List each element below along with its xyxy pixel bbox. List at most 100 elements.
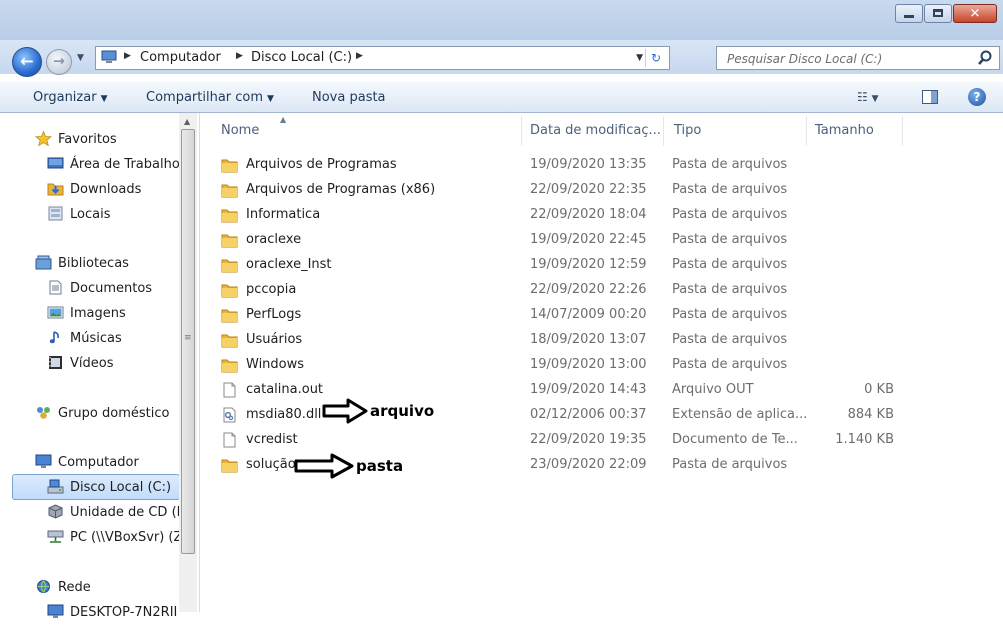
column-header-size[interactable]: Tamanho	[815, 123, 874, 138]
close-button[interactable]: ✕	[953, 4, 997, 23]
file-row[interactable]: vcredist 22/09/2020 19:35 Documento de Te.…	[214, 428, 904, 453]
breadcrumb-separator[interactable]: ▶	[236, 51, 243, 61]
column-divider[interactable]	[663, 116, 664, 146]
file-row[interactable]: pccopia 22/09/2020 22:26 Pasta de arquivos	[214, 278, 904, 303]
refresh-button[interactable]: ↻	[645, 49, 666, 67]
nav-item-label: Área de Trabalho	[70, 157, 180, 172]
help-icon[interactable]: ?	[968, 88, 986, 106]
search-box[interactable]	[716, 46, 1000, 70]
breadcrumb-separator[interactable]: ▶	[356, 51, 363, 61]
local-disk-icon	[47, 479, 64, 494]
nav-item-imagens[interactable]: Imagens	[47, 303, 126, 325]
dll-file-icon	[221, 407, 238, 423]
column-header-date[interactable]: Data de modificaç...	[530, 123, 661, 138]
folder-icon	[221, 257, 238, 273]
nav-item-disco-local-c[interactable]: Disco Local (C:)	[47, 477, 171, 499]
file-row[interactable]: msdia80.dll 02/12/2006 00:37 Extensão de a…	[214, 403, 904, 428]
file-type: Pasta de arquivos	[672, 257, 788, 272]
network-drive-icon	[47, 529, 64, 544]
folder-icon	[221, 207, 238, 223]
new-folder-button[interactable]: Nova pasta	[312, 90, 386, 105]
file-row[interactable]: oraclexe_Inst 19/09/2020 12:59 Pasta de ar…	[214, 253, 904, 278]
nav-item-computador[interactable]: Computador	[35, 452, 139, 474]
nav-item-label: Favoritos	[58, 132, 117, 147]
computer-icon	[35, 454, 52, 469]
file-date: 23/09/2020 22:09	[530, 457, 647, 472]
nav-item-documentos[interactable]: Documentos	[47, 278, 152, 300]
pictures-icon	[47, 305, 64, 320]
organize-button[interactable]: Organizar ▼	[33, 90, 107, 105]
nav-item-label: Downloads	[70, 182, 142, 197]
file-row[interactable]: Informatica 22/09/2020 18:04 Pasta de arqu…	[214, 203, 904, 228]
change-view-button[interactable]: ☷ ▼	[857, 90, 879, 104]
back-button[interactable]: ←	[12, 47, 42, 77]
maximize-button[interactable]	[924, 4, 952, 23]
nav-item-v-deos[interactable]: Vídeos	[47, 353, 113, 375]
search-input[interactable]	[725, 49, 969, 69]
forward-button[interactable]: →	[46, 49, 72, 75]
nav-item-label: Vídeos	[70, 356, 114, 371]
column-header-name[interactable]: Nome	[221, 123, 259, 138]
file-row[interactable]: Arquivos de Programas 19/09/2020 13:35 Pas…	[214, 153, 904, 178]
nav-item-pc-vboxsvr-z[interactable]: PC (\\VBoxSvr) (Z	[47, 527, 182, 549]
file-name: pccopia	[246, 282, 297, 297]
back-arrow-icon: ←	[20, 51, 34, 71]
column-divider[interactable]	[521, 116, 522, 146]
address-dropdown-icon[interactable]: ▼	[636, 53, 643, 63]
file-type: Pasta de arquivos	[672, 182, 788, 197]
organize-label: Organizar	[33, 90, 97, 105]
nav-item-label: Computador	[58, 455, 139, 470]
file-row[interactable]: Windows 19/09/2020 13:00 Pasta de arquivos	[214, 353, 904, 378]
address-bar[interactable]: ▶ Computador ▶ Disco Local (C:) ▶ ▼ ↻	[95, 46, 670, 70]
file-type: Extensão de aplica...	[672, 407, 808, 422]
annotation-label-pasta: pasta	[356, 457, 404, 475]
nav-item-grupo-dom-stico[interactable]: Grupo doméstico	[35, 403, 169, 425]
nav-item-desktop-7n2rii[interactable]: DESKTOP-7N2RII	[47, 602, 177, 624]
nav-item-rea-de-trabalho[interactable]: Área de Trabalho	[47, 154, 180, 176]
file-row[interactable]: Arquivos de Programas (x86) 22/09/2020 22…	[214, 178, 904, 203]
share-button[interactable]: Compartilhar com ▼	[146, 90, 274, 105]
nav-item-unidade-de-cd-d[interactable]: Unidade de CD (D	[47, 502, 187, 524]
file-type: Pasta de arquivos	[672, 232, 788, 247]
nav-pane-scrollbar[interactable]: ▲ ≡	[179, 113, 197, 612]
file-row[interactable]: catalina.out 19/09/2020 14:43 Arquivo OUT 0…	[214, 378, 904, 403]
search-icon[interactable]	[977, 50, 993, 66]
nav-item-bibliotecas[interactable]: Bibliotecas	[35, 253, 129, 275]
nav-item-downloads[interactable]: Downloads	[47, 179, 141, 201]
column-divider[interactable]	[902, 116, 903, 146]
nav-item-m-sicas[interactable]: Músicas	[47, 328, 122, 350]
column-header-type[interactable]: Tipo	[674, 123, 701, 138]
file-date: 22/09/2020 19:35	[530, 432, 647, 447]
nav-item-label: Locais	[70, 207, 111, 222]
file-name: Informatica	[246, 207, 321, 222]
file-date: 19/09/2020 13:35	[530, 157, 647, 172]
file-row[interactable]: oraclexe 19/09/2020 22:45 Pasta de arquivo…	[214, 228, 904, 253]
file-type: Pasta de arquivos	[672, 207, 788, 222]
file-row[interactable]: PerfLogs 14/07/2009 00:20 Pasta de arquivo…	[214, 303, 904, 328]
recent-pages-dropdown[interactable]: ▼	[77, 53, 84, 63]
breadcrumb-separator[interactable]: ▶	[124, 51, 131, 61]
desktop-icon	[47, 156, 64, 171]
cd-drive-icon	[47, 504, 64, 519]
preview-pane-button[interactable]	[922, 90, 938, 104]
nav-item-label: DESKTOP-7N2RII	[70, 605, 178, 620]
sort-ascending-icon: ▲	[280, 115, 287, 124]
scroll-up-icon[interactable]: ▲	[184, 117, 190, 126]
breadcrumb-computador[interactable]: Computador	[140, 50, 221, 65]
folder-icon	[221, 332, 238, 348]
videos-icon	[47, 355, 64, 370]
file-row[interactable]: Usuários 18/09/2020 13:07 Pasta de arquivo…	[214, 328, 904, 353]
nav-item-locais[interactable]: Locais	[47, 204, 110, 226]
file-name: Arquivos de Programas (x86)	[246, 182, 436, 197]
arrow-annotation-icon	[294, 453, 354, 479]
column-divider[interactable]	[806, 116, 807, 146]
folder-icon	[221, 307, 238, 323]
nav-item-favoritos[interactable]: Favoritos	[34, 129, 117, 151]
maximize-icon	[933, 9, 943, 17]
minimize-button[interactable]	[895, 4, 923, 23]
breadcrumb-disco-local[interactable]: Disco Local (C:)	[251, 50, 352, 65]
annotation-pasta: pasta	[294, 453, 403, 479]
file-name: catalina.out	[246, 382, 324, 397]
nav-item-rede[interactable]: Rede	[35, 577, 91, 599]
network-icon	[35, 579, 52, 594]
